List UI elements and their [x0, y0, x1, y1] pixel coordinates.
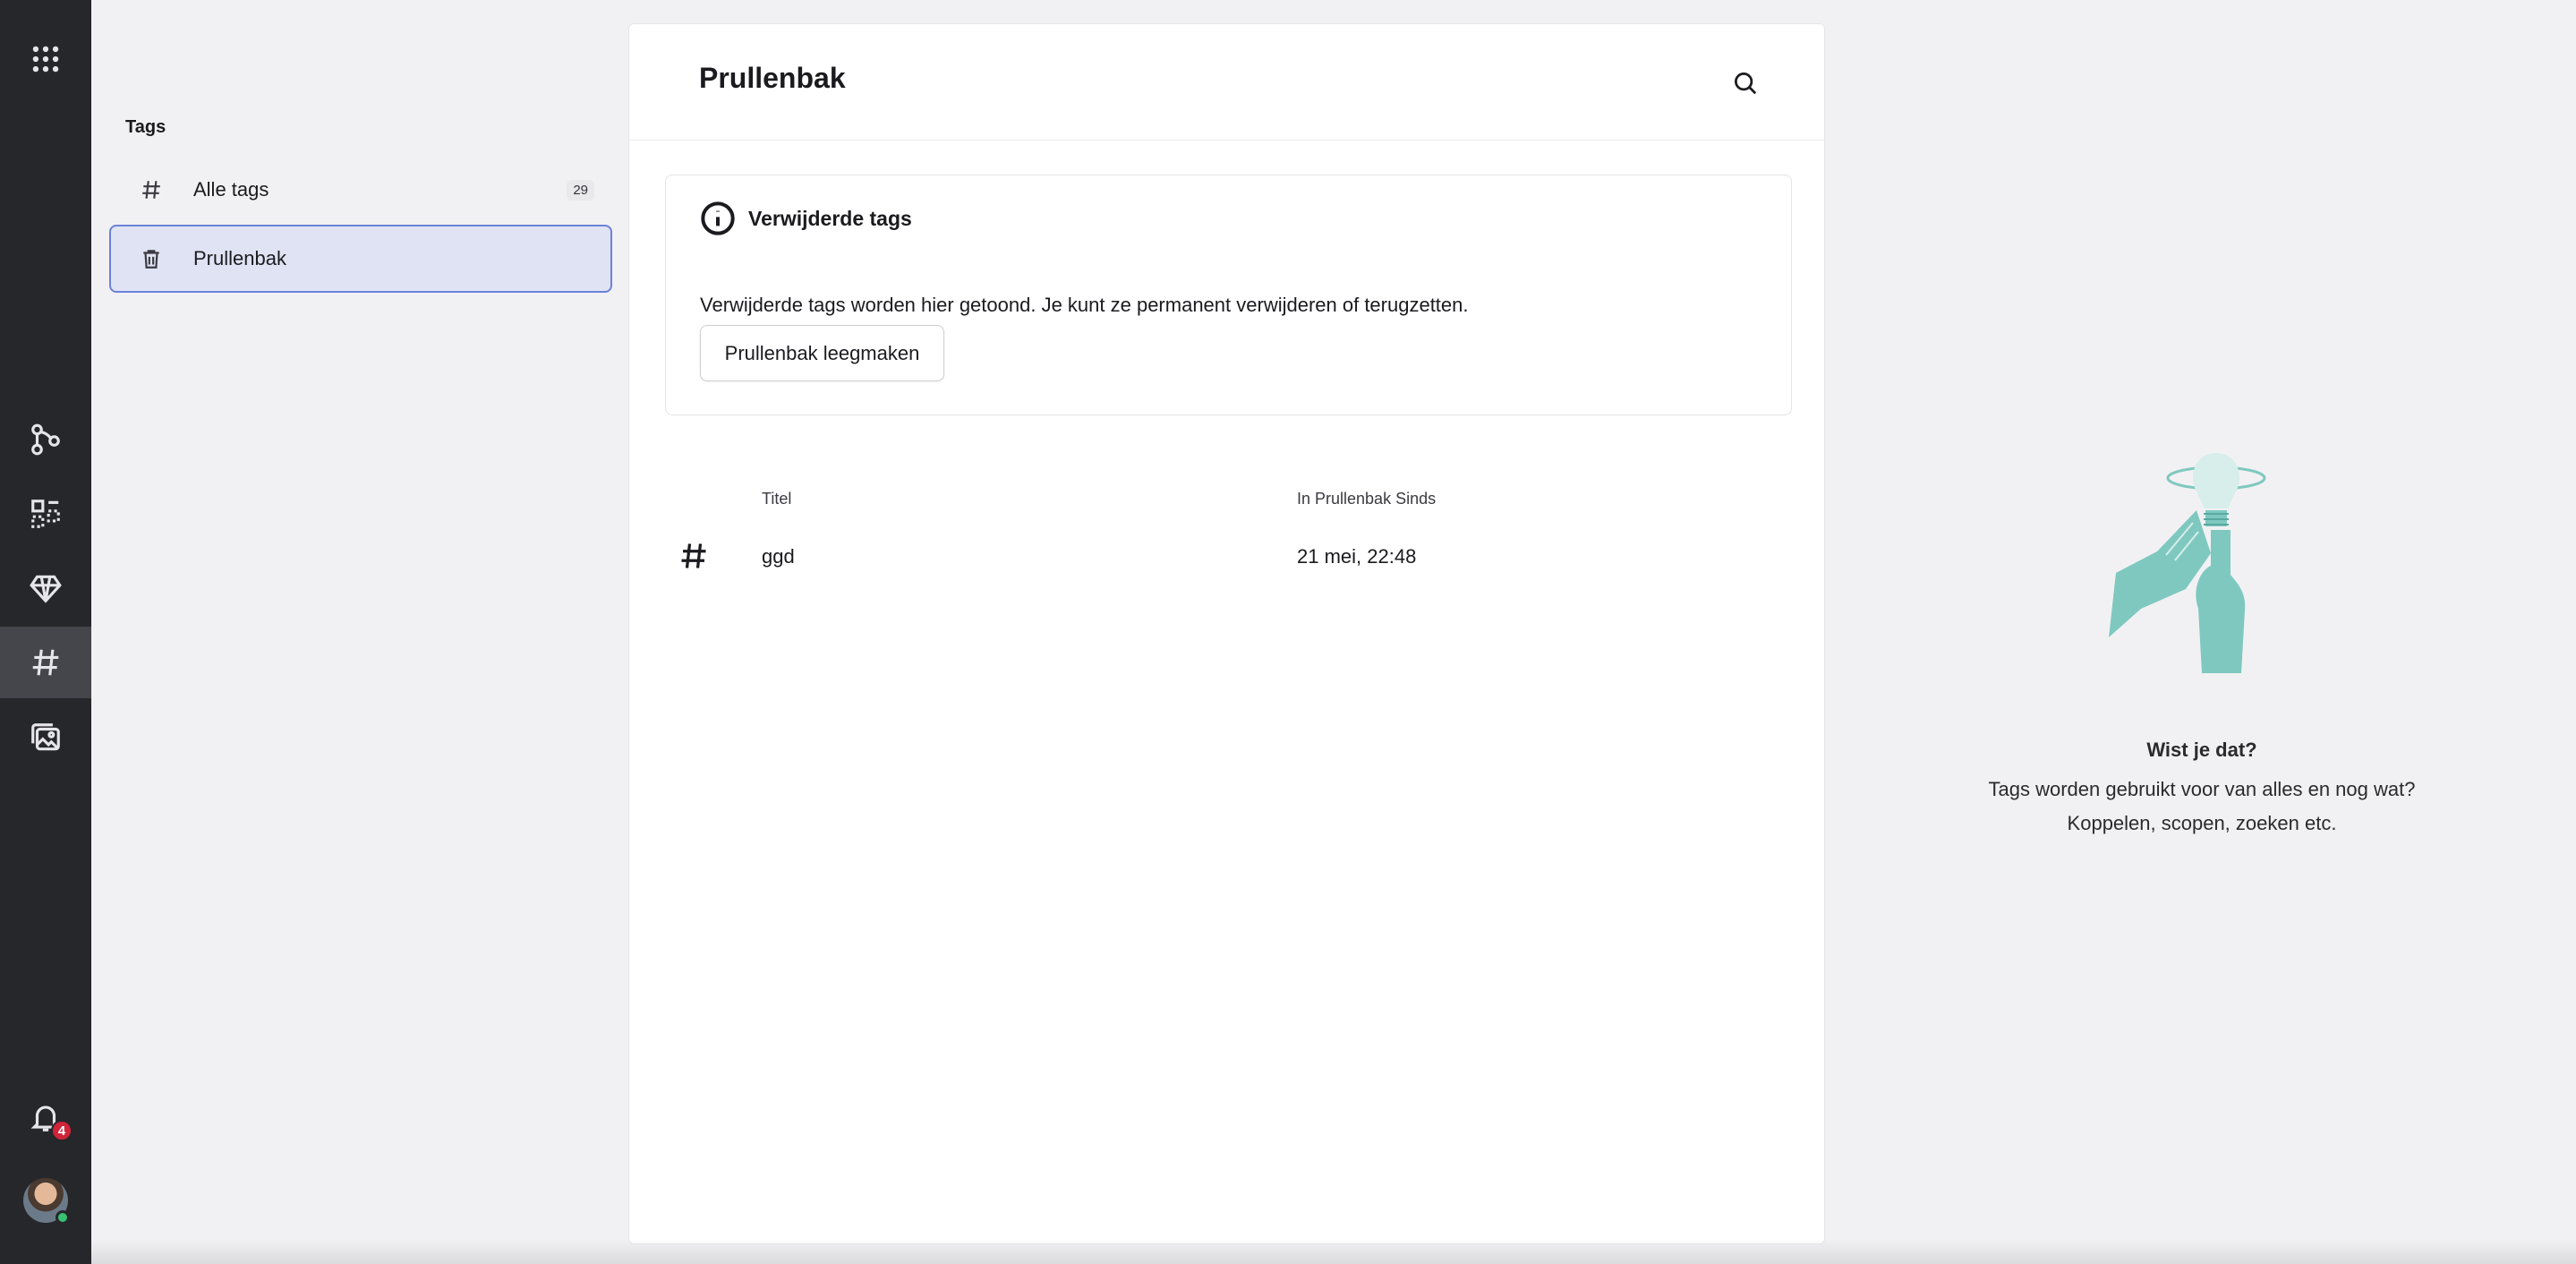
- bottom-shadow: [91, 1239, 2576, 1264]
- images-icon: [31, 723, 60, 751]
- avatar[interactable]: [23, 1178, 70, 1225]
- structure-icon: [31, 500, 60, 528]
- tip-line-2: Koppelen, scopen, zoeken etc.: [2067, 812, 2337, 834]
- column-header-title: Titel: [762, 490, 792, 508]
- search-button[interactable]: [1727, 65, 1763, 101]
- diamond-icon: [30, 575, 62, 603]
- info-icon: [701, 201, 735, 235]
- structure-button[interactable]: [0, 478, 91, 550]
- trash-panel: Prullenbak Verwijderde tags Verwijderde …: [628, 23, 1825, 1244]
- app-rail: 4: [0, 0, 91, 1264]
- notification-badge: 4: [51, 1120, 73, 1141]
- info-text: Verwijderde tags worden hier getoond. Je…: [700, 294, 1469, 316]
- sidebar-item-all-tags[interactable]: Alle tags 29: [109, 156, 612, 224]
- sidebar-item-label: Alle tags: [193, 178, 269, 201]
- info-title: Verwijderde tags: [748, 206, 912, 230]
- trash-icon: [132, 247, 170, 270]
- sidebar-item-label: Prullenbak: [193, 247, 286, 269]
- table-row[interactable]: ggd 21 mei, 22:48: [629, 525, 1826, 585]
- empty-trash-button[interactable]: Prullenbak leegmaken: [700, 325, 944, 381]
- media-button[interactable]: [0, 702, 91, 773]
- apps-grid-icon: [32, 46, 59, 73]
- page-title: Prullenbak: [699, 62, 846, 94]
- connections-icon: [31, 423, 60, 456]
- premium-button[interactable]: [0, 552, 91, 624]
- column-header-trashed-since: In Prullenbak Sinds: [1297, 490, 1437, 508]
- sidebar-title: Tags: [125, 117, 166, 137]
- connections-button[interactable]: [0, 404, 91, 475]
- tag-title: ggd: [762, 545, 795, 568]
- online-status-dot: [55, 1210, 70, 1225]
- notifications-button[interactable]: 4: [0, 1081, 91, 1153]
- hash-icon: [678, 540, 710, 576]
- lightbulb-hand-illustration: [2109, 453, 2266, 673]
- panel-header: Prullenbak: [629, 24, 1824, 141]
- hash-icon: [32, 649, 59, 676]
- trashed-since: 21 mei, 22:48: [1297, 545, 1417, 568]
- info-header: Verwijderde tags: [700, 201, 912, 236]
- apps-grid-button[interactable]: [0, 23, 91, 95]
- tags-button[interactable]: [0, 627, 91, 698]
- sidebar-item-trash[interactable]: Prullenbak: [109, 225, 612, 293]
- tip-line-1: Tags worden gebruikt voor van alles en n…: [1988, 778, 2416, 800]
- search-icon: [1735, 73, 1757, 95]
- tip-title: Wist je dat?: [2146, 739, 2257, 761]
- tip-panel: Wist je dat? Tags worden gebruikt voor v…: [1951, 448, 2452, 841]
- hash-icon: [132, 178, 170, 201]
- info-card: Verwijderde tags Verwijderde tags worden…: [665, 175, 1792, 415]
- tip-text: Tags worden gebruikt voor van alles en n…: [1951, 773, 2452, 841]
- tag-count-badge: 29: [567, 179, 594, 201]
